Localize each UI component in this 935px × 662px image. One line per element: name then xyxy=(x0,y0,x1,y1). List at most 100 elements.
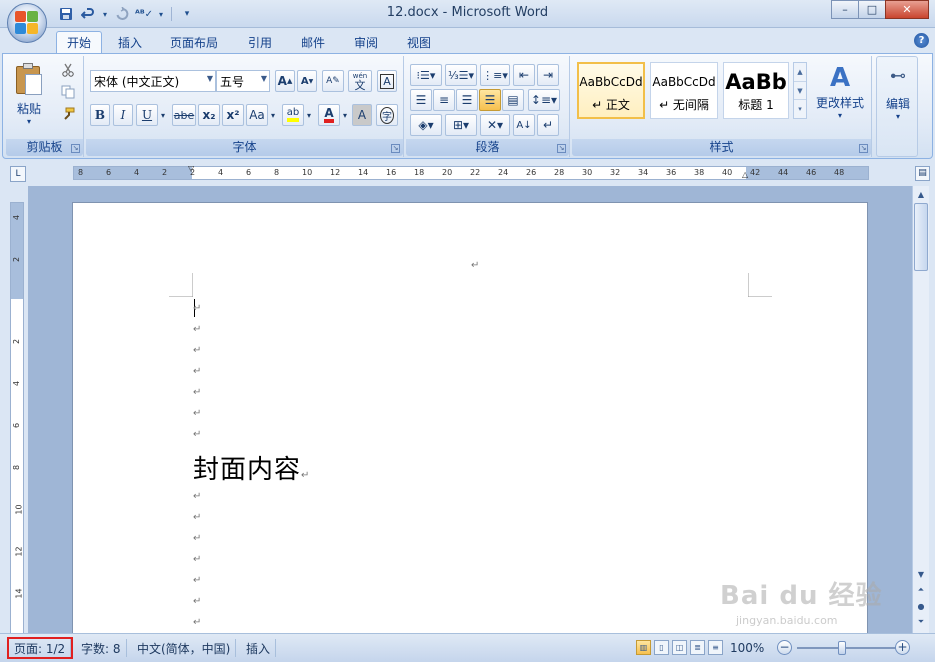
outline-view-icon[interactable]: ≣ xyxy=(690,640,705,655)
close-button[interactable]: ✕ xyxy=(885,0,929,19)
subscript-button[interactable]: x₂ xyxy=(198,104,220,126)
superscript-button[interactable]: x² xyxy=(222,104,244,126)
copy-icon[interactable] xyxy=(58,82,78,102)
vertical-ruler[interactable]: 4 2 2 4 6 8 10 12 14 xyxy=(10,202,24,634)
underline-dropdown-icon[interactable]: ▾ xyxy=(158,105,168,125)
clipboard-launcher-icon[interactable]: ↘ xyxy=(71,144,80,153)
styles-launcher-icon[interactable]: ↘ xyxy=(859,144,868,153)
align-center-button[interactable]: ≡ xyxy=(433,89,455,111)
tab-home[interactable]: 开始 xyxy=(56,31,103,53)
draft-view-icon[interactable]: ≡ xyxy=(708,640,723,655)
character-shading-button[interactable]: A xyxy=(352,104,372,126)
zoom-level[interactable]: 100% xyxy=(730,639,764,657)
gallery-more-icon[interactable]: ▾ xyxy=(794,100,806,118)
multilevel-list-button[interactable]: ⋮≡▾ xyxy=(480,64,510,86)
editing-button[interactable]: ⊷ 编辑 ▾ xyxy=(879,63,917,121)
style-no-spacing[interactable]: AaBbCcDd ↵ 无间隔 xyxy=(650,62,718,119)
italic-button[interactable]: I xyxy=(113,104,133,126)
shrink-font-button[interactable]: A ▼ xyxy=(297,70,317,92)
highlight-dropdown-icon[interactable]: ▾ xyxy=(304,105,314,125)
font-name-dropdown-icon[interactable]: ▼ xyxy=(207,74,213,83)
ribbon: 粘贴 ▾ 剪贴板 ↘ 宋体 (中文正文) ▼ 五号 ▼ A ▲ A ▼ A✎ wén xyxy=(2,53,933,159)
bullets-button[interactable]: ⁝☰▾ xyxy=(410,64,442,86)
font-size-combo[interactable]: 五号 ▼ xyxy=(216,70,270,92)
decrease-indent-button[interactable]: ⇤ xyxy=(513,64,535,86)
grow-font-button[interactable]: A ▲ xyxy=(275,70,295,92)
insert-mode-status[interactable]: 插入 xyxy=(241,639,277,657)
phonetic-guide-button[interactable]: wén 文 xyxy=(348,70,372,92)
language-status[interactable]: 中文(简体，中国) xyxy=(132,639,237,657)
tab-review[interactable]: 审阅 xyxy=(344,31,388,53)
help-icon[interactable]: ? xyxy=(914,33,929,48)
distributed-button[interactable]: ▤ xyxy=(502,89,524,111)
format-painter-icon[interactable] xyxy=(58,104,78,124)
increase-indent-button[interactable]: ⇥ xyxy=(537,64,559,86)
gallery-down-icon[interactable]: ▼ xyxy=(794,82,806,101)
font-name-combo[interactable]: 宋体 (中文正文) ▼ xyxy=(90,70,216,92)
align-right-button[interactable]: ☰ xyxy=(456,89,478,111)
font-color-dropdown-icon[interactable]: ▾ xyxy=(340,105,350,125)
chinese-layout-button[interactable]: ✕▾ xyxy=(480,114,510,136)
tab-selector-icon[interactable]: L xyxy=(10,166,26,182)
highlight-button[interactable]: ab xyxy=(282,104,304,126)
numbering-button[interactable]: ⅓☰▾ xyxy=(445,64,477,86)
full-screen-reading-icon[interactable]: ▯ xyxy=(654,640,669,655)
gallery-up-icon[interactable]: ▲ xyxy=(794,63,806,82)
character-border-button[interactable]: A xyxy=(377,70,397,92)
next-page-icon[interactable]: ⏷ xyxy=(913,614,929,630)
tab-page-layout[interactable]: 页面布局 xyxy=(160,31,228,53)
horizontal-ruler[interactable]: ▽ △ 8 6 4 2 2 4 6 8 10 12 14 16 18 20 22 24 26 28 30 32 34 36… xyxy=(73,164,869,180)
tab-mailings[interactable]: 邮件 xyxy=(291,31,335,53)
change-styles-button[interactable]: A 更改样式 ▾ xyxy=(812,62,868,120)
font-name-value: 宋体 (中文正文) xyxy=(94,74,180,89)
clear-formatting-button[interactable]: A✎ xyxy=(322,70,344,92)
paste-button[interactable]: 粘贴 ▾ xyxy=(14,62,44,126)
style-heading-1[interactable]: AaBb 标题 1 xyxy=(723,62,789,119)
view-ruler-icon[interactable]: ▤ xyxy=(915,166,930,181)
right-indent-icon[interactable]: △ xyxy=(742,170,748,179)
page-count-status[interactable]: 页面: 1/2 xyxy=(6,637,74,659)
bold-button[interactable]: B xyxy=(90,104,110,126)
show-paragraph-marks-button[interactable]: ↵ xyxy=(537,114,559,136)
office-button[interactable] xyxy=(7,3,47,43)
justify-button[interactable]: ☰ xyxy=(479,89,501,111)
align-left-button[interactable]: ☰ xyxy=(410,89,432,111)
zoom-out-icon[interactable]: − xyxy=(777,640,792,655)
cut-icon[interactable] xyxy=(58,60,78,80)
tab-references[interactable]: 引用 xyxy=(238,31,282,53)
web-layout-icon[interactable]: ◫ xyxy=(672,640,687,655)
minimize-button[interactable]: – xyxy=(831,0,859,19)
zoom-slider-track[interactable] xyxy=(797,647,897,649)
font-launcher-icon[interactable]: ↘ xyxy=(391,144,400,153)
zoom-in-icon[interactable]: + xyxy=(895,640,910,655)
enclose-characters-button[interactable]: 字 xyxy=(376,104,398,126)
strikethrough-button[interactable]: abe xyxy=(172,104,196,126)
change-case-button[interactable]: Aa xyxy=(246,104,268,126)
previous-page-icon[interactable]: ⏶ xyxy=(913,582,929,598)
word-count-status[interactable]: 字数: 8 xyxy=(76,639,127,657)
maximize-button[interactable]: □ xyxy=(858,0,886,19)
crop-mark-top-left xyxy=(169,273,193,297)
underline-button[interactable]: U xyxy=(136,104,158,126)
cover-content-text[interactable]: 封面内容↵ xyxy=(193,449,310,486)
vertical-scrollbar[interactable]: ▲ ▼ ⏶ ● ⏷ xyxy=(912,186,929,633)
line-spacing-button[interactable]: ↕≡▾ xyxy=(528,89,560,111)
document-page[interactable]: ↵ ↵ ↵ ↵ ↵ ↵ ↵ ↵ 封面内容↵ ↵ ↵ ↵ ↵ ↵ ↵ ↵ xyxy=(72,202,868,633)
tab-view[interactable]: 视图 xyxy=(397,31,441,53)
paragraph-launcher-icon[interactable]: ↘ xyxy=(557,144,566,153)
scroll-up-icon[interactable]: ▲ xyxy=(913,186,929,202)
style-normal[interactable]: AaBbCcDd ↵ 正文 xyxy=(577,62,645,119)
print-layout-view-icon[interactable]: ▥ xyxy=(636,640,651,655)
font-color-button[interactable]: A xyxy=(318,104,340,126)
change-case-dropdown-icon[interactable]: ▾ xyxy=(268,105,278,125)
borders-button[interactable]: ⊞▾ xyxy=(445,114,477,136)
shading-button[interactable]: ◈▾ xyxy=(410,114,442,136)
zoom-slider-thumb[interactable] xyxy=(838,641,846,655)
scroll-down-icon[interactable]: ▼ xyxy=(913,566,929,582)
select-browse-object-icon[interactable]: ● xyxy=(913,598,929,614)
scroll-thumb[interactable] xyxy=(914,203,928,271)
sort-button[interactable]: A↓ xyxy=(513,114,535,136)
font-size-dropdown-icon[interactable]: ▼ xyxy=(261,74,267,83)
tab-insert[interactable]: 插入 xyxy=(108,31,152,53)
styles-gallery-scroll[interactable]: ▲ ▼ ▾ xyxy=(793,62,807,119)
